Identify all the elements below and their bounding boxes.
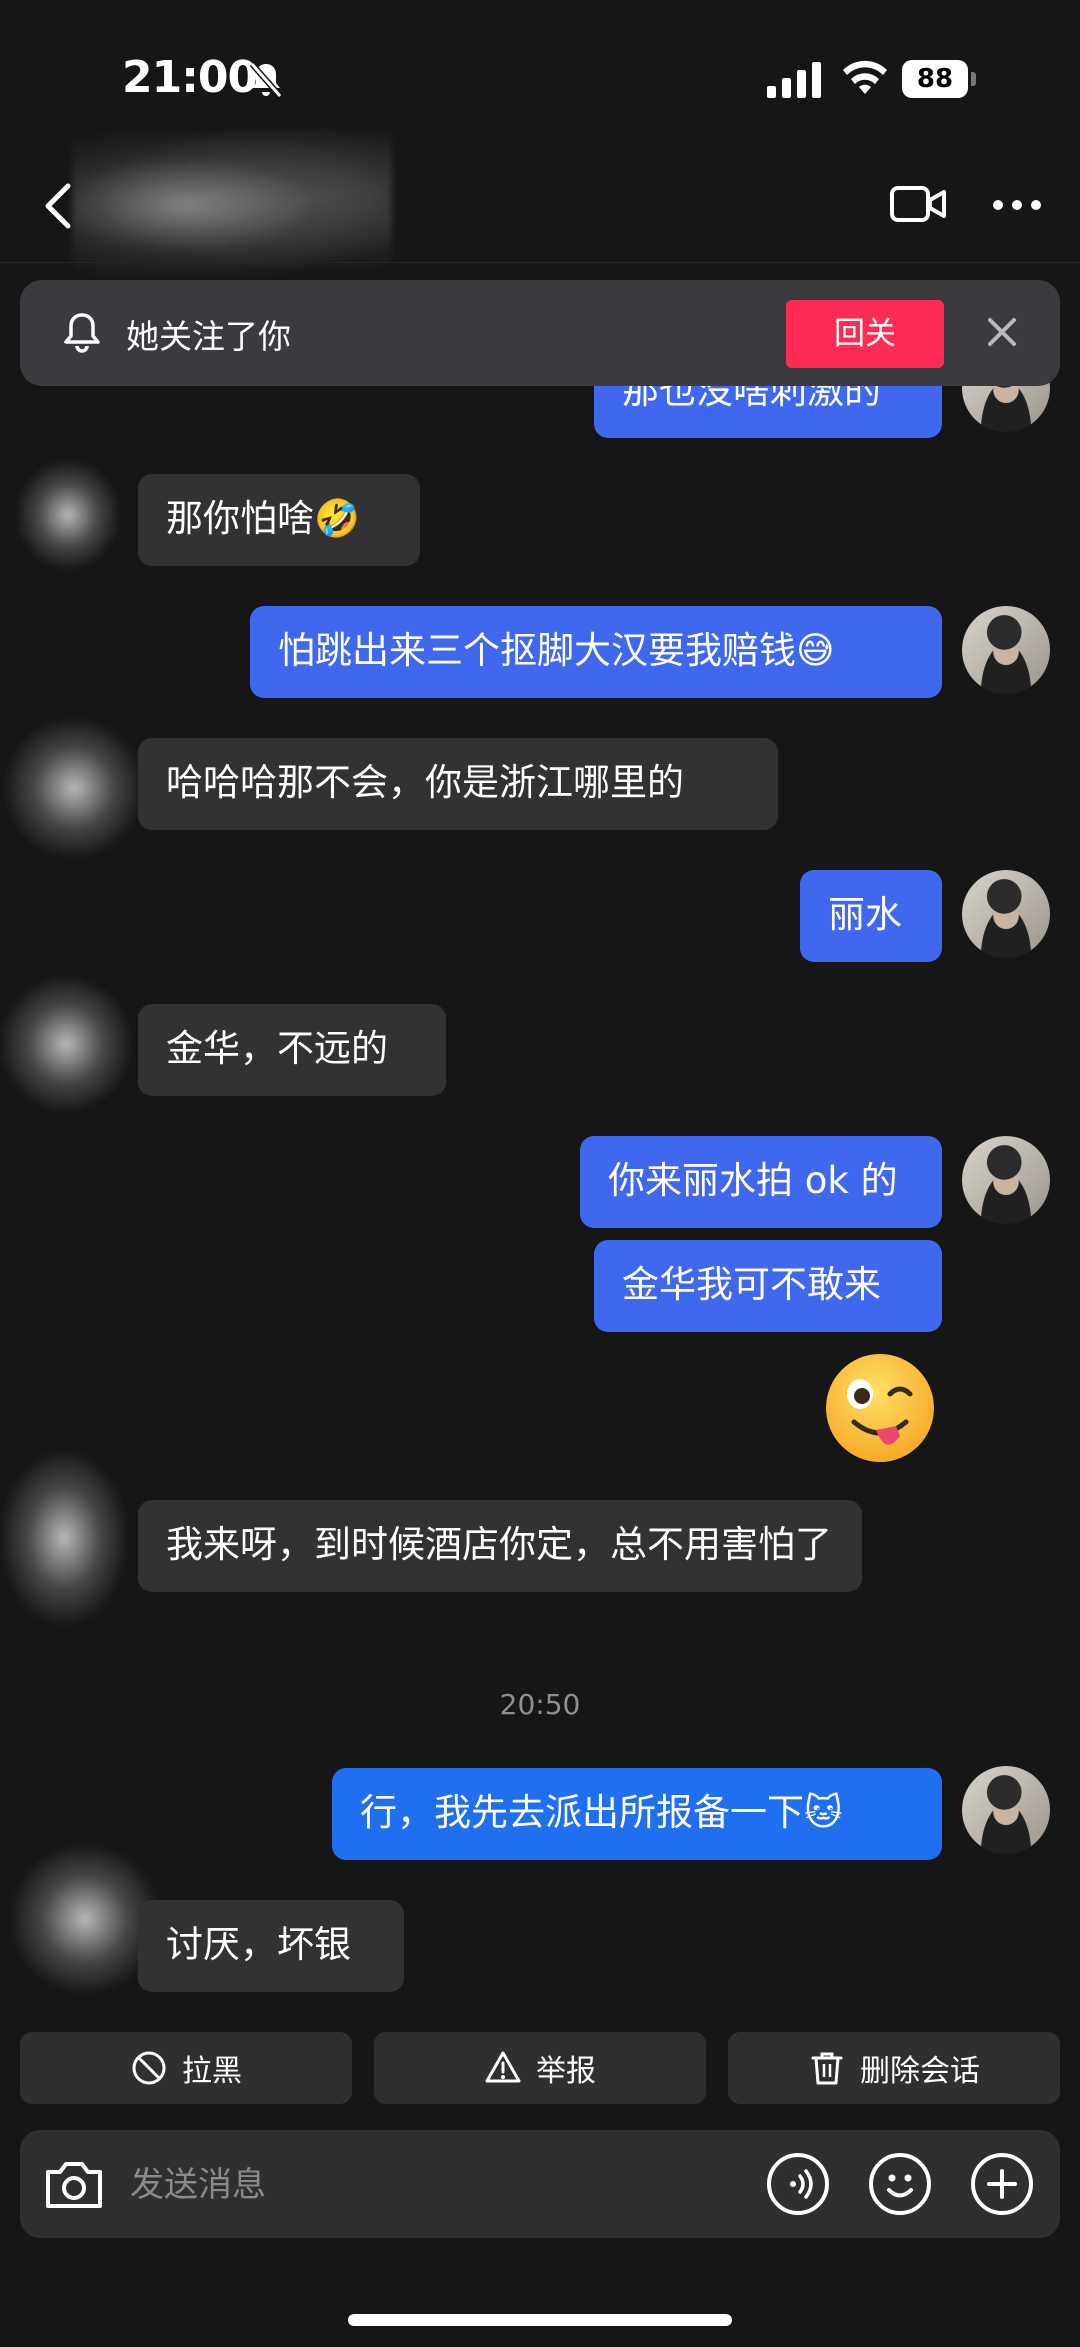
- my-avatar[interactable]: [962, 1766, 1050, 1854]
- contact-avatar-redacted[interactable]: [16, 460, 120, 570]
- message-input-bar: [20, 2130, 1060, 2238]
- more-icon[interactable]: [992, 196, 1042, 214]
- winking-tongue-emoji[interactable]: [820, 1348, 940, 1468]
- back-arrow-icon[interactable]: [40, 180, 76, 232]
- message-bubble-sent[interactable]: 怕跳出来三个抠脚大汉要我赔钱😅: [250, 606, 942, 698]
- battery-indicator: 88: [902, 60, 978, 100]
- message-bubble-received[interactable]: 哈哈哈那不会，你是浙江哪里的: [138, 738, 778, 830]
- banner-text: 她关注了你: [126, 317, 291, 356]
- camera-icon[interactable]: [42, 2156, 106, 2214]
- my-avatar[interactable]: [962, 1136, 1050, 1224]
- delete-conversation-button[interactable]: 删除会话: [728, 2032, 1060, 2104]
- my-avatar[interactable]: [962, 870, 1050, 958]
- my-avatar[interactable]: [962, 606, 1050, 694]
- header-divider: [0, 262, 1080, 263]
- bell-icon: [64, 313, 100, 353]
- ban-icon: [132, 2051, 166, 2085]
- message-bubble-sent[interactable]: 金华我可不敢来: [594, 1240, 942, 1332]
- block-button[interactable]: 拉黑: [20, 2032, 352, 2104]
- battery-level: 88: [902, 60, 968, 98]
- status-time: 21:00: [122, 52, 258, 103]
- follow-back-button[interactable]: 回关: [786, 300, 944, 368]
- warning-icon: [485, 2051, 521, 2083]
- message-input[interactable]: [128, 2152, 652, 2218]
- signal-icon: [767, 62, 821, 98]
- follow-notification-banner: 她关注了你 回关: [20, 280, 1060, 386]
- contact-avatar-redacted[interactable]: [4, 718, 144, 858]
- emoji-icon[interactable]: [868, 2152, 932, 2216]
- message-bubble-received[interactable]: 金华，不远的: [138, 1004, 446, 1096]
- home-indicator[interactable]: [348, 2314, 732, 2326]
- wifi-icon: [843, 60, 887, 94]
- plus-icon[interactable]: [970, 2152, 1034, 2216]
- video-camera-icon[interactable]: [888, 180, 948, 228]
- message-bubble-sent[interactable]: 你来丽水拍 ok 的: [580, 1136, 942, 1228]
- message-bubble-received[interactable]: 那你怕啥🤣: [138, 474, 420, 566]
- contact-avatar-redacted[interactable]: [0, 976, 132, 1112]
- close-icon[interactable]: [980, 310, 1024, 354]
- message-bubble-received[interactable]: 我来呀，到时候酒店你定，总不用害怕了: [138, 1500, 862, 1592]
- message-timestamp: 20:50: [499, 1688, 581, 1721]
- trash-icon: [811, 2052, 843, 2085]
- message-bubble-received[interactable]: 讨厌，坏银: [138, 1900, 404, 1992]
- contact-avatar-redacted[interactable]: [0, 1450, 128, 1626]
- report-label: 举报: [536, 2054, 596, 2089]
- delete-label: 删除会话: [860, 2054, 980, 2089]
- message-bubble-sent[interactable]: 丽水: [800, 870, 942, 962]
- message-bubble-sent[interactable]: 行，我先去派出所报备一下🐱: [332, 1768, 942, 1860]
- voice-icon[interactable]: [766, 2152, 830, 2216]
- contact-avatar-and-name-redacted[interactable]: [72, 130, 392, 280]
- bell-off-icon: [249, 62, 283, 98]
- block-label: 拉黑: [182, 2054, 242, 2089]
- report-button[interactable]: 举报: [374, 2032, 706, 2104]
